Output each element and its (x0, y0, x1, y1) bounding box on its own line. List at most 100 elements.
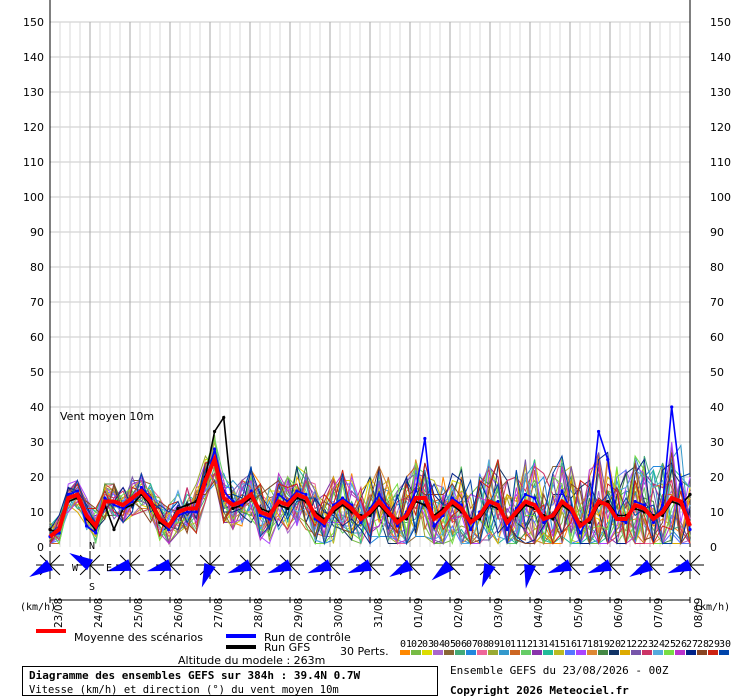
y-tick-label-left: 130 (23, 86, 44, 99)
data-point (185, 503, 189, 507)
y-tick-label-right: 140 (710, 51, 731, 64)
y-tick-label-left: 120 (23, 121, 44, 134)
wind-direction-wedge (587, 559, 613, 574)
y-tick-label-right: 130 (710, 86, 731, 99)
y-tick-label-right: 80 (710, 261, 724, 274)
perturbation-swatch (477, 650, 487, 655)
compass-letter-e: E (106, 563, 112, 574)
perturbation-swatch (620, 650, 630, 655)
perturbation-swatch (466, 650, 476, 655)
data-point (578, 531, 582, 535)
compass-star (516, 551, 544, 589)
y-tick-label-right: 70 (710, 296, 724, 309)
y-tick-label-right: 0 (710, 541, 717, 554)
data-point (222, 415, 226, 420)
y-tick-label-left: 10 (30, 506, 44, 519)
compass-star (196, 551, 224, 588)
compass-star (667, 551, 704, 579)
perturbation-swatch (631, 650, 641, 655)
compass-ray (289, 554, 301, 566)
data-point (688, 527, 692, 532)
perturbation-swatch (587, 650, 597, 655)
data-point (112, 527, 116, 532)
y-tick-label-right: 20 (710, 471, 724, 484)
data-point (48, 527, 52, 532)
y-tick-label-right: 50 (710, 366, 724, 379)
wind-direction-wedge (347, 559, 373, 574)
wind-direction-wedge (227, 559, 253, 574)
data-point (194, 510, 198, 514)
data-point (670, 405, 674, 409)
compass-ray (209, 554, 221, 566)
x-tick-label: 29/08 (293, 598, 305, 628)
data-point (505, 527, 509, 532)
compass-ray (409, 554, 421, 566)
perturbation-swatch (444, 650, 454, 655)
compass-ray (329, 554, 341, 566)
compass-letter-w: W (72, 563, 79, 574)
x-tick-label: 25/08 (133, 598, 145, 628)
compass-star (267, 551, 304, 579)
x-tick-label: 01/09 (413, 598, 425, 628)
data-point (276, 492, 281, 497)
perturbation-swatch (664, 650, 674, 655)
compass-ray (489, 554, 501, 566)
y-tick-label-left: 100 (23, 191, 44, 204)
wind-ensemble-chart: 0 0 10 10 20 20 30 30 40 40 50 50 60 60 70 70 80 80 90 90 10… (20, 0, 731, 655)
perturbation-swatch (488, 650, 498, 655)
perturbation-swatch (400, 650, 410, 655)
wind-direction-wedge (267, 559, 293, 574)
compass-star (146, 551, 184, 579)
y-tick-label-left: 80 (30, 261, 44, 274)
x-tick-label: 06/09 (613, 598, 625, 628)
perturbation-swatch (598, 650, 608, 655)
y-tick-label-right: 90 (710, 226, 724, 239)
perturbation-swatch (653, 650, 663, 655)
compass-star (431, 551, 464, 581)
x-tick-label: 03/09 (493, 598, 505, 628)
compass-star (29, 551, 64, 579)
compass-star (547, 551, 584, 579)
y-tick-label-right: 150 (710, 16, 731, 29)
x-tick-label: 27/08 (213, 598, 225, 628)
y-tick-label-left: 30 (30, 436, 44, 449)
wind-direction-wedge (201, 562, 216, 588)
info-box-title: Diagramme des ensembles GEFS sur 384h : … (29, 669, 361, 682)
y-tick-label-right: 100 (710, 191, 731, 204)
data-point (624, 520, 628, 525)
compass-star (227, 551, 264, 579)
perturbation-swatch (576, 650, 586, 655)
compass-star (307, 551, 344, 579)
data-point (660, 503, 665, 507)
x-tick-label: 26/08 (173, 598, 185, 628)
perturbation-swatch (422, 650, 432, 655)
compass-ray (249, 554, 261, 566)
compass-star (389, 551, 424, 579)
compass-letter-n: N (89, 541, 95, 552)
data-point (688, 492, 692, 497)
wind-direction-wedge (307, 559, 333, 574)
perturbation-swatch (708, 650, 718, 655)
compass-star (106, 551, 144, 579)
ensemble-date: Ensemble GEFS du 23/08/2026 - 00Z (450, 664, 669, 677)
compass-ray (169, 564, 181, 576)
x-tick-label: 24/08 (93, 598, 105, 628)
wind-direction-wedge (431, 560, 454, 581)
compass-ray (169, 554, 181, 566)
compass-star (476, 551, 504, 588)
x-tick-label: 02/09 (453, 598, 465, 628)
compass-ray (449, 554, 461, 566)
wind-direction-row: NW ES (29, 541, 704, 593)
compass-ray (369, 554, 381, 566)
legend-swatch-control (226, 634, 256, 638)
perturbation-swatch (642, 650, 652, 655)
perturbation-swatch (433, 650, 443, 655)
perturbation-swatch (565, 650, 575, 655)
legend-mean-label: Moyenne des scénarios (74, 631, 203, 644)
compass-star (347, 551, 384, 579)
data-point (532, 496, 537, 500)
perturbation-swatch (521, 650, 531, 655)
perturbation-id: 30 (719, 639, 731, 650)
x-tick-label: 04/09 (533, 598, 545, 628)
data-point (423, 436, 427, 441)
